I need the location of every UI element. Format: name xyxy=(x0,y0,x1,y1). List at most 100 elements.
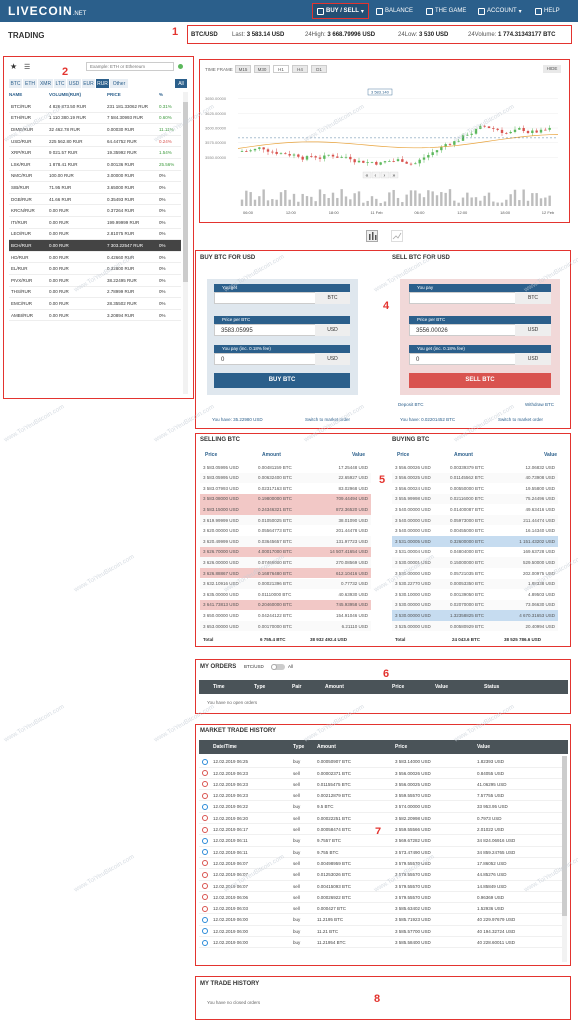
buying-row[interactable]: 3 556.00024 USD 0.00550000 BTC 19.55800 US… xyxy=(392,483,558,494)
buying-col-amount[interactable]: Amount xyxy=(454,452,473,458)
buying-row[interactable]: 3 530.00000 USD 1.32358825 BTC 4 670.31653… xyxy=(392,610,558,621)
market-row[interactable]: ITI/RUR 0.00 RUR 199.99999 RUR 0% xyxy=(9,217,181,229)
volume-bar xyxy=(357,191,361,206)
selling-row[interactable]: 3 653.00000 USD 0.00170000 BTC 6.21110 USD xyxy=(200,621,371,632)
withdraw-link[interactable]: Withdraw BTC xyxy=(525,402,554,407)
candle xyxy=(266,149,270,152)
hide-chart-button[interactable]: HIDE xyxy=(543,65,561,73)
market-tab-rur[interactable]: RUR xyxy=(96,79,109,88)
market-row[interactable]: EMC/RUR 0.00 RUR 28.35502 RUR 0% xyxy=(9,298,181,310)
buying-row[interactable]: 3 540.00000 USD 0.01400087 BTC 49.63416 US… xyxy=(392,504,558,515)
buying-row[interactable]: 3 555.99998 USD 0.02116000 BTC 75.24496 US… xyxy=(392,493,558,505)
col-volume[interactable]: VOLUME(RUR) xyxy=(49,92,81,97)
market-row[interactable]: AMBI/RUR 0.00 RUR 3.20894 RUR 0% xyxy=(9,310,181,322)
line-chart-toggle[interactable] xyxy=(391,230,403,242)
market-row[interactable]: SIB/RUR 71.95 RUR 3.65000 RUR 0% xyxy=(9,182,181,194)
selling-row[interactable]: 3 619.99999 USD 0.01050025 BTC 38.01090 US… xyxy=(200,515,371,526)
history-scrollbar[interactable] xyxy=(562,756,567,962)
candle xyxy=(340,156,343,158)
buy-button[interactable]: BUY BTC xyxy=(214,373,350,388)
candle xyxy=(366,162,369,164)
nav-game[interactable]: THE GAME xyxy=(426,3,466,19)
selling-row[interactable]: 3 583.05995 USD 0.00481159 BTC 17.25448 US… xyxy=(200,462,371,473)
buy-balance[interactable]: You have: 35.22980 USD xyxy=(212,417,263,422)
book-amount: 0.00632400 BTC xyxy=(258,475,293,481)
buying-row[interactable]: 3 540.00000 USD 0.00455000 BTC 16.14340 US… xyxy=(392,525,558,536)
volume-bar xyxy=(331,192,335,206)
timeframe-h4[interactable]: H4 xyxy=(292,65,308,73)
timeframe-m30[interactable]: M30 xyxy=(254,65,270,73)
market-tab-all[interactable]: All xyxy=(175,79,187,88)
selling-col-price[interactable]: Price xyxy=(205,452,217,458)
selling-col-value[interactable]: Value xyxy=(352,452,365,458)
buying-row[interactable]: 3 556.00025 USD 0.01145562 BTC 40.73908 US… xyxy=(392,472,558,483)
chart-nav-glyph: » xyxy=(393,173,396,179)
candle xyxy=(258,147,261,149)
volume-bar xyxy=(483,195,486,206)
market-row[interactable]: BTC/RUR 4 826 873.50 RUR 231 181.33062 RUR… xyxy=(9,101,181,113)
market-row[interactable]: DGB/RUR 41.66 RUR 0.35493 RUR 0% xyxy=(9,194,181,206)
nav-buy-sell[interactable]: BUY / SELL ▾ xyxy=(312,3,369,19)
market-row[interactable]: LEO/RUR 0.00 RUR 2.81075 RUR 0% xyxy=(9,229,181,241)
market-tab-btc[interactable]: BTC xyxy=(9,79,22,88)
trade-datetime: 12.02.2019 06:11 xyxy=(213,849,248,855)
buying-row[interactable]: 3 530.10000 USD 0.00139050 BTC 4.89503 USD xyxy=(392,589,558,600)
selling-row[interactable]: 3 583.05995 USD 0.00632400 BTC 22.65927 US… xyxy=(200,472,371,483)
nav-help[interactable]: HELP xyxy=(535,3,560,19)
market-tab-other[interactable]: Other xyxy=(110,79,128,88)
sell-balance[interactable]: You have: 0.02201452 BTC xyxy=(400,417,455,422)
buying-row[interactable]: 3 531.00005 USD 0.32600000 BTC 1 151.43202… xyxy=(392,536,558,547)
market-tab-usd[interactable]: USD xyxy=(67,79,81,88)
buying-row[interactable]: 3 540.00000 USD 0.05973000 BTC 211.44474 U… xyxy=(392,515,558,526)
market-row[interactable]: NMC/RUR 100.00 RUR 3.00000 RUR 0% xyxy=(9,171,181,183)
market-tab-xmr[interactable]: XMR xyxy=(38,79,53,88)
deposit-link[interactable]: Deposit BTC xyxy=(398,402,424,407)
star-icon[interactable]: ★ xyxy=(10,62,17,71)
selling-row[interactable]: 3 641.73813 USD 0.20460000 BTC 745.93958 U… xyxy=(200,599,371,611)
buying-row[interactable]: 3 531.00004 USD 0.04804000 BTC 169.63728 U… xyxy=(392,546,558,558)
market-row[interactable]: XRP/RUR 9 021.57 RUR 19.35992 RUR 1.54% xyxy=(9,147,181,159)
market-tab-ltc[interactable]: LTC xyxy=(54,79,66,88)
nav-account[interactable]: ACCOUNT ▾ xyxy=(478,3,522,19)
selling-row[interactable]: 3 650.00000 USD 0.04244122 BTC 154.91046 U… xyxy=(200,610,371,621)
market-row[interactable]: LSK/RUR 1 878.41 RUR 0.00136 RUR 25.56% xyxy=(9,159,181,171)
selling-row[interactable]: 3 620.49999 USD 0.03645657 BTC 131.97723 U… xyxy=(200,536,371,547)
selling-col-amount[interactable]: Amount xyxy=(262,452,281,458)
sell-button[interactable]: SELL BTC xyxy=(409,373,551,388)
market-tab-eur[interactable]: EUR xyxy=(82,79,95,88)
selling-row[interactable]: 3 583.08000 USD 0.19800000 BTC 709.44494 U… xyxy=(200,493,371,505)
buying-row[interactable]: 3 556.00026 USD 0.00339379 BTC 12.06832 US… xyxy=(392,462,558,473)
timeframe-h1[interactable]: H1 xyxy=(273,65,289,73)
buying-col-price[interactable]: Price xyxy=(397,452,409,458)
logo[interactable]: LIVECOIN.NET xyxy=(8,4,86,18)
timeframe-d1[interactable]: D1 xyxy=(311,65,327,73)
market-row[interactable]: THS/RUR 0.00 RUR 2.78999 RUR 0% xyxy=(9,287,181,299)
selling-row[interactable]: 3 626.70000 USD 4.00017000 BTC 14 507.4165… xyxy=(200,546,371,558)
market-tab-eth[interactable]: ETH xyxy=(23,79,37,88)
help-icon xyxy=(535,7,542,15)
market-row[interactable]: KRCN/RUR 0.00 RUR 0.37264 RUR 0% xyxy=(9,205,181,217)
selling-row[interactable]: 3 583.15000 USD 0.24346321 BTC 872.36520 U… xyxy=(200,504,371,515)
nav-balance[interactable]: BALANCE xyxy=(376,3,413,19)
market-search-input[interactable] xyxy=(86,62,174,71)
buying-col-value[interactable]: Value xyxy=(544,452,557,458)
market-row[interactable]: HD/RUR 0.00 RUR 0.42660 RUR 0% xyxy=(9,252,181,264)
price-chart[interactable]: 3650.000003625.000003600.000003575.00000… xyxy=(203,79,566,219)
selling-row[interactable]: 3 626.88867 USD 0.16876480 BTC 612.10416 U… xyxy=(200,568,371,579)
timeframe-m15[interactable]: M15 xyxy=(235,65,251,73)
market-name: KRCN/RUR xyxy=(11,208,35,214)
trade-buy-icon xyxy=(202,803,208,810)
col-name[interactable]: NAME xyxy=(9,92,22,97)
buying-row[interactable]: 3 525.00000 USD 0.00580929 BTC 20.40994 US… xyxy=(392,621,558,632)
col-change[interactable]: % xyxy=(159,92,163,97)
markets-scrollbar[interactable] xyxy=(183,92,188,394)
col-price[interactable]: PRICE xyxy=(107,92,121,97)
buying-row[interactable]: 3 530.00000 USD 0.02070000 BTC 73.06630 US… xyxy=(392,599,558,611)
selling-row[interactable]: 3 620.00000 USD 0.05564773 BTC 201.44478 U… xyxy=(200,525,371,536)
list-icon[interactable]: ☰ xyxy=(24,63,30,71)
selling-row[interactable]: 3 583.07993 USD 0.02317163 BTC 83.02968 US… xyxy=(200,483,371,494)
sell-switch-market[interactable]: Switch to market order xyxy=(498,417,543,422)
market-row[interactable]: BCH/RUR 0.00 RUR 7 303.22547 RUR 0% xyxy=(9,240,181,252)
candle-chart-toggle[interactable] xyxy=(366,230,378,242)
all-pairs-toggle[interactable] xyxy=(271,664,285,670)
